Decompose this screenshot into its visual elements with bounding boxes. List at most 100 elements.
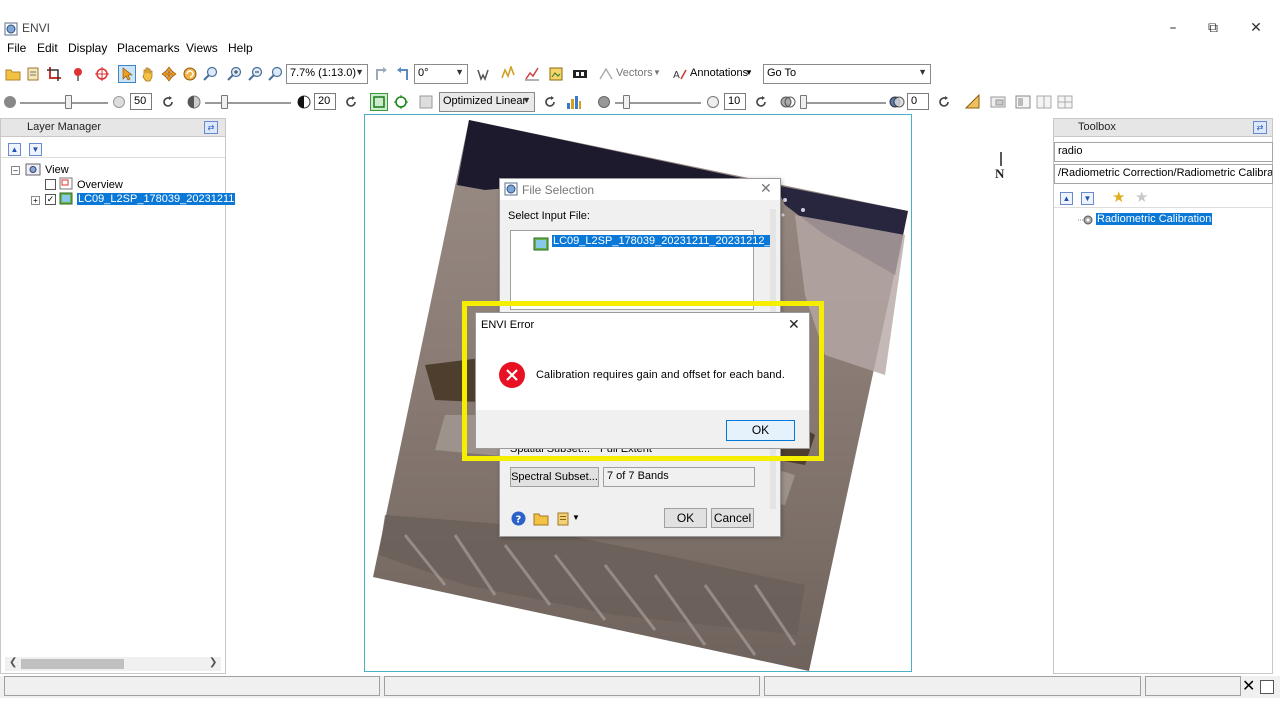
overview-label[interactable]: Overview <box>77 179 123 191</box>
brightness-value[interactable]: 50 <box>130 93 152 110</box>
reset-contrast-icon[interactable] <box>343 94 359 110</box>
expand-all-button[interactable]: ▼ <box>1081 192 1094 205</box>
menu-edit[interactable]: Edit <box>37 41 58 55</box>
spectral-profile-icon[interactable] <box>500 66 516 82</box>
view-label[interactable]: View <box>45 164 69 176</box>
menu-file[interactable]: File <box>7 41 26 55</box>
sharpen-slider-thumb[interactable] <box>623 95 630 109</box>
zoom-select[interactable]: 7.7% (1:13.0) ▼ <box>286 64 368 84</box>
stretch-extent-icon[interactable] <box>370 93 388 111</box>
rotation-select[interactable]: 0° ▼ <box>414 64 468 84</box>
favorite-remove-icon[interactable]: ★ <box>1135 188 1148 206</box>
close-window-button[interactable]: ✕ <box>1243 18 1269 38</box>
raster-layer-label[interactable]: LC09_L2SP_178039_20231211 <box>77 193 236 205</box>
spectral-subset-button[interactable]: Spectral Subset... <box>510 467 599 487</box>
zoom-in-icon[interactable] <box>227 66 243 82</box>
maximize-button[interactable]: ⧉ <box>1200 18 1226 38</box>
layer-visibility-checkbox[interactable]: ✓ <box>45 194 56 205</box>
annotations-label[interactable]: Annotations <box>690 67 748 79</box>
annotations-icon[interactable]: A <box>672 66 688 82</box>
menu-bar: File Edit Display Placemarks Views Help <box>0 40 1280 58</box>
select-arrow-icon[interactable] <box>118 65 136 83</box>
input-file-list[interactable]: LC09_L2SP_178039_20231211_20231212_ <box>510 230 772 310</box>
brightness-slider-thumb[interactable] <box>65 95 72 109</box>
vectors-icon[interactable] <box>598 66 614 82</box>
collapse-view-toggle[interactable]: – <box>11 166 20 175</box>
move-up-button[interactable]: ▲ <box>8 143 21 156</box>
close-icon[interactable]: ✕ <box>788 317 800 333</box>
reset-stretch-icon[interactable] <box>542 94 558 110</box>
histogram-icon[interactable] <box>566 94 582 110</box>
panel-pin-icon[interactable]: ⇄ <box>1253 121 1267 134</box>
overview-checkbox[interactable] <box>45 179 56 190</box>
zoom-icon[interactable] <box>203 66 219 82</box>
crop-icon[interactable] <box>46 66 62 82</box>
collapse-all-button[interactable]: ▲ <box>1060 192 1073 205</box>
close-icon[interactable]: ✕ <box>760 181 772 197</box>
toolbox-title: Toolbox <box>1078 121 1116 133</box>
zoom-out-icon[interactable] <box>248 66 264 82</box>
contrast-slider-thumb[interactable] <box>221 95 228 109</box>
cancel-process-icon[interactable]: ✕ <box>1242 676 1255 695</box>
menu-views[interactable]: Views <box>186 41 218 55</box>
status-options-icon[interactable] <box>1260 680 1274 694</box>
transparency-slider-thumb[interactable] <box>800 95 807 109</box>
contrast-slider-track[interactable] <box>205 102 291 104</box>
stretch-locked-icon[interactable] <box>418 94 434 110</box>
stretch-type-select[interactable]: Optimized Linear ▼ <box>439 92 535 112</box>
expand-layer-toggle[interactable]: + <box>31 196 40 205</box>
menu-display[interactable]: Display <box>68 41 107 55</box>
error-ok-button[interactable]: OK <box>726 420 795 441</box>
reset-sharpen-icon[interactable] <box>753 94 769 110</box>
vectors-label[interactable]: Vectors <box>616 67 653 79</box>
rotate-right-icon[interactable] <box>394 66 410 82</box>
contrast-value[interactable]: 20 <box>314 93 336 110</box>
menu-help[interactable]: Help <box>228 41 253 55</box>
zoom-full-icon[interactable] <box>268 66 284 82</box>
brightness-slider-track[interactable] <box>20 102 108 104</box>
transparency-slider-track[interactable] <box>800 102 886 104</box>
cursor-value-icon[interactable] <box>476 66 492 82</box>
help-icon[interactable]: ? <box>511 511 526 526</box>
radiometric-calibration-item[interactable]: Radiometric Calibration <box>1096 213 1213 225</box>
reset-brightness-icon[interactable] <box>160 94 176 110</box>
file-selection-ok-button[interactable]: OK <box>664 508 707 528</box>
toolbox-search-input[interactable]: radio <box>1054 142 1273 162</box>
menu-placemarks[interactable]: Placemarks <box>117 41 180 55</box>
chip-view-icon[interactable] <box>548 66 564 82</box>
pan-hand-icon[interactable] <box>140 66 156 82</box>
fly-icon[interactable] <box>161 66 177 82</box>
file-options-icon[interactable] <box>556 511 572 526</box>
layout-grid-icon[interactable] <box>1057 94 1073 110</box>
crosshair-icon[interactable] <box>94 66 110 82</box>
favorite-add-icon[interactable]: ★ <box>1112 188 1125 206</box>
profile-plot-icon[interactable] <box>524 66 540 82</box>
portal-icon[interactable] <box>990 94 1006 110</box>
file-selection-cancel-button[interactable]: Cancel <box>711 508 754 528</box>
rotate-left-icon[interactable] <box>374 66 390 82</box>
transparency-value[interactable]: 0 <box>907 93 929 110</box>
scroll-right-icon[interactable]: ❯ <box>209 657 217 668</box>
sharpen-value[interactable]: 10 <box>724 93 746 110</box>
reset-transparency-icon[interactable] <box>936 94 952 110</box>
layout-single-icon[interactable] <box>1015 94 1031 110</box>
chevron-down-icon[interactable]: ▼ <box>572 513 580 522</box>
layout-split-icon[interactable] <box>1036 94 1052 110</box>
move-down-button[interactable]: ▼ <box>29 143 42 156</box>
placemark-icon[interactable] <box>70 66 86 82</box>
data-manager-icon[interactable] <box>25 66 41 82</box>
goto-select[interactable]: Go To ▼ <box>763 64 931 84</box>
stretch-view-icon[interactable] <box>393 94 409 110</box>
open-file-icon[interactable] <box>5 66 21 82</box>
measure-icon[interactable] <box>965 94 981 110</box>
horizontal-scrollbar[interactable]: ❮ ❯ <box>5 657 221 671</box>
minimize-button[interactable]: – <box>1160 18 1186 38</box>
scrollbar-thumb[interactable] <box>21 659 124 669</box>
north-arrow-icon: N <box>995 152 1005 181</box>
scale-bar-icon[interactable] <box>572 66 588 82</box>
input-file-item[interactable]: LC09_L2SP_178039_20231211_20231212_ <box>552 235 772 247</box>
open-folder-icon[interactable] <box>533 511 549 526</box>
rotate-icon[interactable] <box>182 66 198 82</box>
panel-pin-icon[interactable]: ⇄ <box>204 121 218 134</box>
scroll-left-icon[interactable]: ❮ <box>9 657 17 668</box>
